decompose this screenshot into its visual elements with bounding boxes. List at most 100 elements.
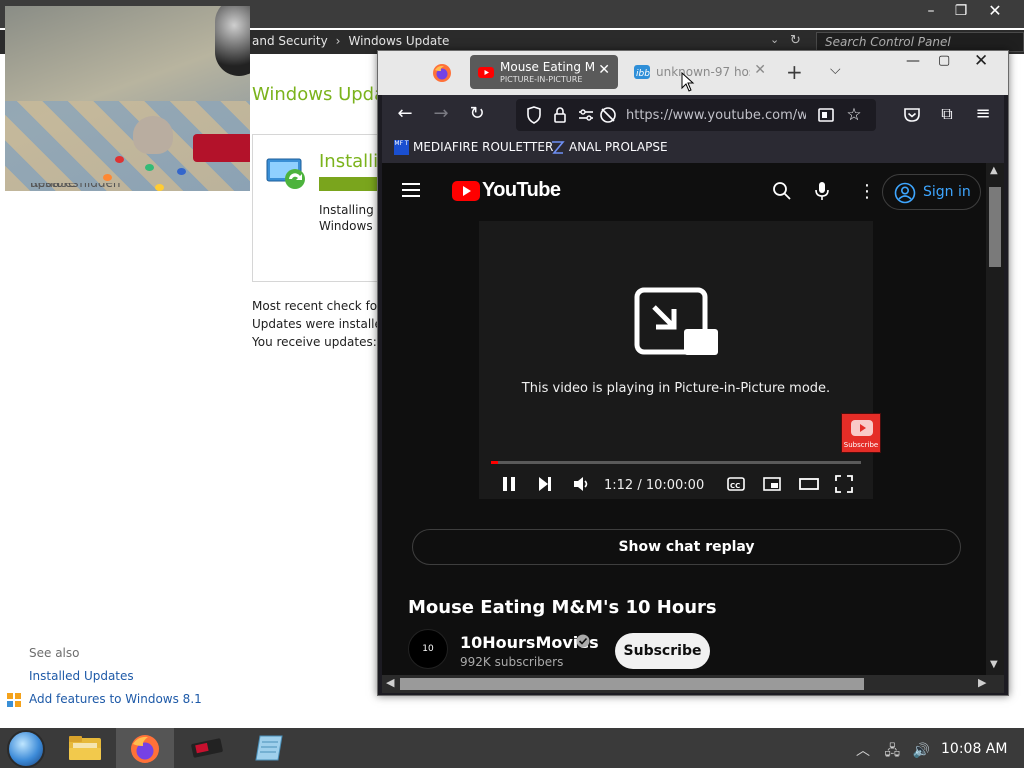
tab-close-icon[interactable]: ✕ — [754, 62, 766, 78]
back-icon[interactable]: ← — [392, 103, 418, 127]
tab-close-icon[interactable]: ✕ — [598, 62, 610, 78]
breadcrumb-windows-update[interactable]: Windows Update — [348, 34, 449, 48]
new-tab-icon[interactable]: + — [786, 60, 803, 84]
taskbar-firefox[interactable] — [116, 728, 174, 768]
scroll-left-icon[interactable]: ◀ — [386, 676, 394, 689]
pip-icon — [634, 287, 718, 355]
candy-image — [115, 156, 124, 163]
refresh-icon[interactable]: ↻ — [790, 33, 801, 48]
url-bar[interactable]: https://www.youtube.com/watch ☆ — [516, 99, 876, 131]
miniplayer-icon[interactable] — [763, 475, 781, 493]
bookmarks-toolbar: MF T MEDIAFIRE ROULETTER ANAL PROLAPSE — [382, 135, 1004, 163]
horizontal-scroll-thumb[interactable] — [400, 678, 864, 690]
video-progress-fill — [491, 461, 499, 464]
taskbar-notepad[interactable] — [240, 728, 298, 768]
reload-icon[interactable]: ↻ — [464, 103, 490, 127]
youtube-logo[interactable]: YouTube — [452, 179, 561, 204]
start-orb-icon[interactable] — [7, 730, 45, 768]
more-vert-icon[interactable]: ⋮ — [858, 181, 876, 202]
lock-icon[interactable] — [550, 105, 570, 125]
tab-title: unknown-97 host — [656, 65, 750, 79]
youtube-logo-text: YouTube — [482, 179, 561, 201]
navigation-toolbar: ← → ↻ https://www.youtube.com/watch — [382, 95, 1004, 135]
horizontal-scrollbar[interactable]: ◀ ▶ — [382, 675, 1004, 693]
update-status-panel: Installing updates Installing u Windows … — [252, 134, 392, 282]
channel-avatar[interactable]: 10 — [408, 629, 448, 669]
theater-mode-icon[interactable] — [799, 475, 819, 493]
firefox-icon — [131, 735, 159, 763]
cp-minimize-button[interactable]: – — [916, 0, 946, 24]
sign-in-button[interactable]: Sign in — [882, 174, 981, 210]
subscribe-watermark[interactable]: Subscribe — [841, 413, 881, 453]
scroll-down-icon[interactable]: ▼ — [990, 659, 998, 670]
microphone-icon[interactable] — [814, 181, 830, 201]
url-text[interactable]: https://www.youtube.com/watch — [626, 108, 806, 123]
bookmark-item[interactable]: ANAL PROLAPSE — [550, 140, 668, 155]
autoplay-blocked-icon[interactable] — [598, 105, 618, 125]
pip-video-window[interactable] — [5, 6, 250, 191]
minimize-button[interactable]: — — [906, 53, 920, 69]
volume-icon[interactable]: 🔊 — [913, 743, 930, 759]
pip-message: This video is playing in Picture-in-Pict… — [521, 381, 831, 396]
vertical-scroll-thumb[interactable] — [989, 187, 1001, 267]
tracking-shield-icon[interactable] — [524, 105, 544, 125]
youtube-icon — [851, 420, 873, 436]
cp-restore-button[interactable]: ❐ — [946, 0, 976, 24]
guide-menu-icon[interactable] — [402, 183, 420, 197]
update-info: Most recent check for u Updates were ins… — [252, 297, 378, 351]
maximize-button[interactable]: ▢ — [938, 53, 950, 68]
video-player[interactable]: This video is playing in Picture-in-Pict… — [479, 221, 881, 499]
bookmark-icon — [552, 141, 565, 154]
tab-youtube[interactable]: Mouse Eating M&M's 10 Hours PICTURE-IN-P… — [470, 55, 618, 89]
show-chat-replay-button[interactable]: Show chat replay — [412, 529, 961, 565]
show-hidden-icons-icon[interactable]: ︿ — [856, 743, 870, 759]
bookmark-item[interactable]: MF T MEDIAFIRE ROULETTER — [394, 140, 553, 155]
subscribe-button[interactable]: Subscribe — [615, 633, 710, 669]
installed-updates-link[interactable]: Installed Updates — [29, 669, 134, 683]
vertical-scrollbar[interactable]: ▲ ▼ — [986, 163, 1004, 675]
chocolate-box-image — [193, 134, 250, 162]
info-line: You receive updates: — [252, 335, 377, 349]
chevron-down-icon[interactable]: ⌵ — [830, 62, 841, 78]
bookmark-star-icon[interactable]: ☆ — [844, 105, 864, 125]
ibb-icon: ibb — [634, 65, 650, 79]
video-title: Mouse Eating M&M's 10 Hours — [408, 597, 717, 618]
scroll-right-icon[interactable]: ▶ — [978, 676, 986, 689]
youtube-page: YouTube ⋮ Sign in This video is playing … — [382, 163, 1004, 675]
tab-unknown[interactable]: ibb unknown-97 host ✕ — [626, 55, 774, 89]
video-progress-bar[interactable] — [491, 461, 861, 464]
info-line: Updates were installed: — [252, 317, 378, 331]
reader-view-icon[interactable] — [816, 105, 836, 125]
taskbar-file-explorer[interactable] — [56, 728, 114, 768]
firefox-icon[interactable] — [432, 63, 452, 83]
forward-icon[interactable]: → — [428, 103, 454, 127]
search-icon[interactable] — [772, 181, 792, 201]
verified-icon — [576, 634, 590, 648]
restore-hidden-updates-link[interactable]: Restore hidden updates — [30, 183, 170, 189]
captions-icon[interactable]: CC — [727, 475, 745, 493]
search-input[interactable]: Search Control Panel — [816, 32, 1024, 52]
fullscreen-icon[interactable] — [835, 475, 853, 493]
pocket-icon[interactable] — [902, 105, 922, 125]
extensions-icon[interactable]: ⧉ — [934, 103, 960, 127]
windows-features-icon — [7, 693, 21, 707]
permissions-icon[interactable] — [576, 105, 596, 125]
tab-subtitle: PICTURE-IN-PICTURE — [500, 75, 583, 84]
next-icon[interactable] — [537, 475, 553, 493]
user-icon — [894, 182, 916, 204]
info-line: Most recent check for u — [252, 299, 378, 313]
close-button[interactable]: ✕ — [974, 51, 988, 71]
cp-close-button[interactable]: ✕ — [980, 0, 1010, 24]
scroll-up-icon[interactable]: ▲ — [990, 165, 998, 176]
add-features-link[interactable]: Add features to Windows 8.1 — [29, 692, 202, 706]
network-icon[interactable]: 🖧 — [884, 743, 900, 759]
breadcrumb-security[interactable]: and Security — [252, 34, 328, 48]
volume-icon[interactable] — [573, 475, 589, 493]
breadcrumb-separator-icon: › — [335, 34, 341, 48]
address-dropdown-icon[interactable]: ⌄ — [770, 33, 779, 46]
system-tray: ︿ 🖧 🔊 — [856, 740, 930, 764]
hamburger-menu-icon[interactable]: ≡ — [970, 103, 996, 127]
clock[interactable]: 10:08 AM — [941, 741, 1007, 757]
pause-icon[interactable] — [501, 475, 517, 493]
taskbar-app[interactable] — [178, 728, 236, 768]
